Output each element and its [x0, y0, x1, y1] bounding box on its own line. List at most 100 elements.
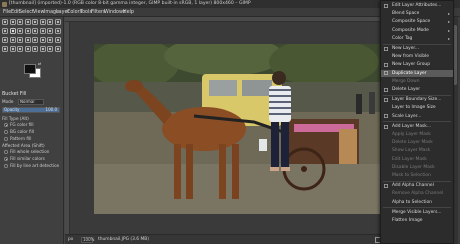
menu-item-new-layer-group[interactable]: New Layer Group [381, 61, 453, 69]
eraser-icon[interactable] [32, 28, 38, 34]
move-tool-icon[interactable] [2, 19, 8, 25]
menu-item-label: Color Tag [392, 35, 413, 41]
rect-select-icon[interactable] [9, 19, 16, 25]
menu-file[interactable]: File [3, 8, 11, 17]
unified-transform-icon[interactable] [39, 19, 46, 25]
heal-icon[interactable] [54, 28, 61, 34]
warp-icon[interactable] [47, 19, 53, 25]
unit-select[interactable]: px [68, 235, 73, 244]
menu-item-alpha-to-selection[interactable]: Alpha to Selection [381, 199, 453, 207]
photo-horse-carriage [94, 44, 383, 214]
duplicate-icon [384, 71, 388, 76]
menu-item-label: Edit Layer Mask [392, 156, 427, 162]
foreground-color-swatch[interactable] [24, 64, 36, 74]
align-icon[interactable] [47, 46, 53, 52]
scale-icon[interactable] [24, 46, 31, 52]
submenu-arrow-icon: ▸ [447, 27, 450, 33]
flip-icon[interactable] [17, 46, 23, 52]
opacity-value: 100.0 [45, 107, 57, 112]
fuzzy-select-icon[interactable] [24, 19, 31, 25]
mode-select[interactable]: Normal [18, 99, 44, 105]
clone-icon[interactable] [47, 28, 53, 34]
menu-item-label: Edit Layer Attributes... [392, 3, 442, 8]
crop-icon[interactable] [32, 19, 38, 25]
menu-item-composite-space[interactable]: Composite Space ▸ [381, 18, 453, 26]
submenu-arrow-icon: ▸ [447, 11, 450, 17]
color-swatches: ⇄ [4, 62, 44, 86]
status-file-info: thumbnail.JPG (3.6 MB) [98, 237, 150, 242]
horizontal-ruler[interactable] [65, 17, 385, 22]
cage-icon[interactable] [54, 19, 61, 25]
menu-item-flatten-image[interactable]: Flatten Image [381, 217, 453, 225]
bucket-fill-icon[interactable] [9, 28, 16, 34]
menu-item-edit-layer-attributes[interactable]: Edit Layer Attributes... [381, 2, 453, 10]
alpha-icon [384, 184, 388, 188]
mode-value: Normal [20, 99, 35, 104]
measure-icon[interactable] [32, 37, 38, 43]
perspective-icon[interactable] [9, 46, 16, 52]
blur-icon[interactable] [2, 46, 8, 52]
rotate-icon[interactable] [32, 46, 38, 52]
affected-area-radio-1[interactable] [4, 150, 8, 154]
opacity-label: Opacity [4, 107, 20, 112]
menu-view[interactable]: View [33, 8, 44, 17]
menu-item-layer-to-image-size[interactable]: Layer to Image Size [381, 104, 453, 112]
shear-icon[interactable] [39, 46, 46, 52]
menu-item-duplicate-layer[interactable]: Duplicate Layer [381, 69, 453, 78]
zoom-select[interactable]: 100% [81, 237, 94, 243]
menu-item-new-layer[interactable]: New Layer... [381, 45, 453, 53]
menu-item-scale-layer[interactable]: Scale Layer... [381, 113, 453, 121]
menu-item-blend-space[interactable]: Blend Space ▸ [381, 10, 453, 18]
menu-item-label: Mask to Selection [392, 173, 431, 178]
menu-item-label: Composite Mode [392, 27, 429, 33]
mode-label: Mode [2, 99, 14, 104]
airbrush-icon[interactable] [39, 28, 46, 34]
opacity-slider[interactable]: Opacity 100.0 [2, 107, 60, 113]
menu-item-label: Add Layer Mask... [392, 123, 432, 129]
menu-select[interactable]: Select [19, 8, 34, 17]
fill-type-option-label: BG color fill [10, 129, 34, 134]
menu-item-label: Add Alpha Channel [392, 183, 434, 189]
mypaint-icon[interactable] [54, 37, 61, 43]
text-tool-icon[interactable] [2, 28, 8, 34]
menu-item-layer-boundary-size[interactable]: Layer Boundary Size... [381, 96, 453, 104]
menu-item-new-from-visible[interactable]: New from Visible [381, 53, 453, 61]
gradient-icon[interactable] [17, 28, 23, 34]
menu-item-merge-visible-layers[interactable]: Merge Visible Layers... [381, 209, 453, 217]
submenu-arrow-icon: ▸ [447, 35, 450, 41]
path-tool-icon[interactable] [17, 37, 23, 43]
resize-icon [384, 98, 388, 102]
menu-item-remove-alpha-channel: Remove Alpha Channel [381, 190, 453, 198]
mask-icon [384, 124, 388, 129]
menu-item-add-layer-mask[interactable]: Add Layer Mask... [381, 123, 453, 131]
ink-icon[interactable] [47, 37, 53, 43]
fill-type-radio-2[interactable] [4, 130, 8, 134]
affected-area-radio-3[interactable] [4, 164, 8, 168]
menu-item-color-tag[interactable]: Color Tag ▸ [381, 35, 453, 43]
folder-icon [384, 63, 388, 68]
smudge-icon[interactable] [2, 37, 8, 43]
fill-type-radio-3[interactable] [4, 137, 8, 141]
gimp-app-icon [2, 1, 7, 7]
menu-item-delete-layer-mask: Delete Layer Mask [381, 139, 453, 147]
color-picker-icon[interactable] [24, 37, 31, 43]
submenu-arrow-icon: ▸ [447, 19, 450, 25]
lasso-icon[interactable] [17, 19, 23, 25]
zoom-tool-icon[interactable] [39, 37, 46, 43]
foreground-select-icon[interactable] [54, 46, 61, 52]
menu-item-add-alpha-channel[interactable]: Add Alpha Channel [381, 182, 453, 190]
vertical-ruler[interactable] [65, 22, 70, 234]
paintbrush-icon[interactable] [24, 28, 31, 34]
new-layer-icon [384, 46, 388, 51]
menu-item-composite-mode[interactable]: Composite Mode ▸ [381, 27, 453, 35]
affected-area-radio-2[interactable] [4, 157, 8, 161]
dodge-icon[interactable] [9, 37, 16, 43]
fill-type-radio-1[interactable] [4, 123, 8, 127]
menu-item-label: New Layer Group [392, 62, 430, 68]
swap-colors-icon[interactable]: ⇄ [38, 62, 43, 66]
image-canvas[interactable] [94, 44, 383, 214]
menu-help[interactable]: Help [123, 8, 134, 17]
menu-item-label: Duplicate Layer [392, 70, 427, 76]
menu-item-label: Delete Layer Mask [392, 140, 433, 146]
menu-item-delete-layer[interactable]: Delete Layer [381, 86, 453, 94]
